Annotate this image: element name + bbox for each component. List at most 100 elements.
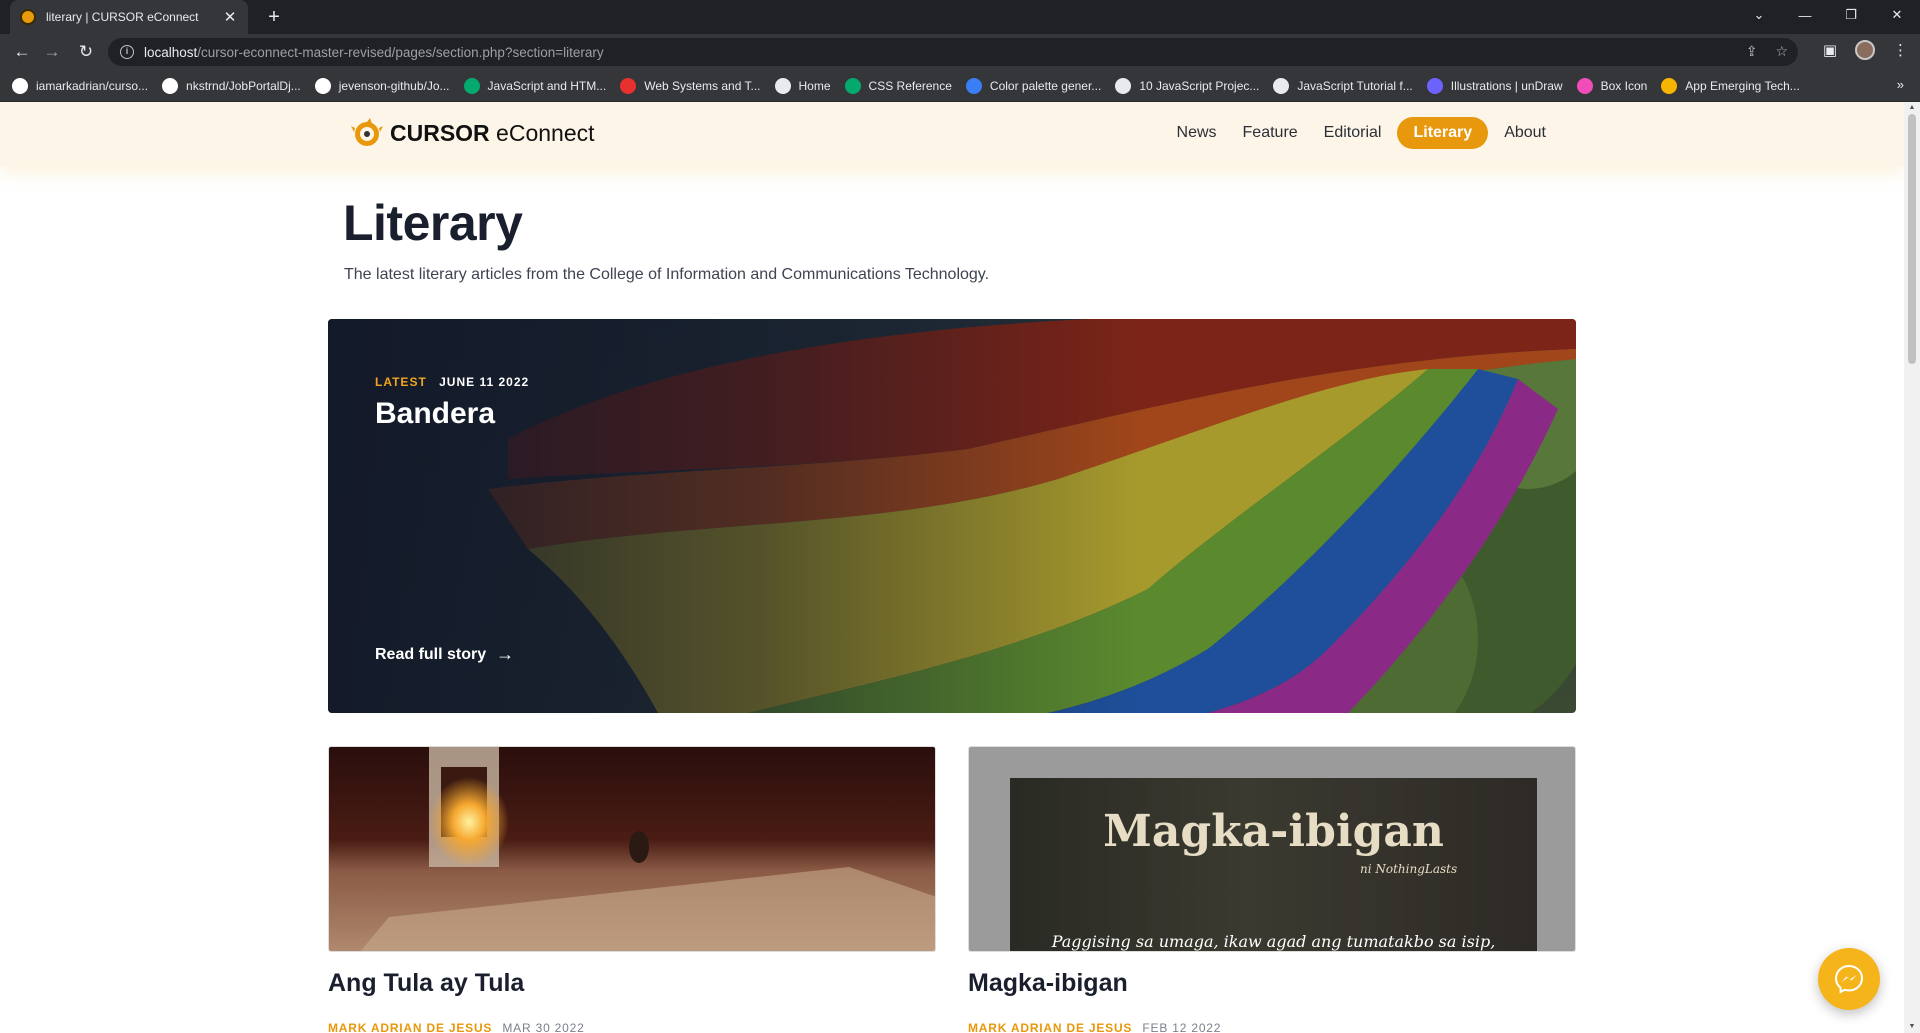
messenger-chat-button[interactable] <box>1818 948 1880 1010</box>
boxicons-icon <box>1576 77 1593 94</box>
bookmark-item[interactable]: JavaScript Tutorial f... <box>1273 77 1413 94</box>
bookmark-label: CSS Reference <box>868 78 952 93</box>
site-info-icon[interactable]: i <box>120 45 134 59</box>
article-card[interactable]: Magka-ibigan ni NothingLasts Paggising s… <box>968 746 1576 1033</box>
bookmark-item[interactable]: CSS Reference <box>844 77 952 94</box>
bookmark-label: iamarkadrian/curso... <box>36 78 149 93</box>
browser-tab-active[interactable]: literary | CURSOR eConnect ✕ <box>10 0 248 34</box>
nav-item-about[interactable]: About <box>1494 117 1556 149</box>
scroll-thumb[interactable] <box>1908 114 1916 364</box>
new-tab-button[interactable]: + <box>262 5 286 29</box>
w3schools-icon <box>463 77 480 94</box>
nav-item-feature[interactable]: Feature <box>1233 117 1308 149</box>
card-title[interactable]: Magka-ibigan <box>968 969 1576 998</box>
article-card[interactable]: Ang Tula ay Tula MARK ADRIAN DE JESUS MA… <box>328 746 936 1033</box>
bookmark-label: Home <box>798 78 831 93</box>
site-logo[interactable]: CURSOR eConnect <box>350 116 595 150</box>
close-window-icon[interactable]: ✕ <box>1874 0 1920 30</box>
arrow-right-icon: → <box>496 644 515 664</box>
bookmark-item[interactable]: Color palette gener... <box>965 77 1102 94</box>
back-icon[interactable]: ← <box>10 40 34 64</box>
browser-tabstrip: literary | CURSOR eConnect ✕ + ⌄ — ❐ ✕ <box>0 0 1920 34</box>
card-author[interactable]: MARK ADRIAN DE JESUS <box>328 1021 492 1033</box>
bookmark-item[interactable]: Box Icon <box>1576 77 1647 94</box>
share-icon[interactable]: ⇪ <box>1746 43 1758 60</box>
bookmark-label: nkstrnd/JobPortalDj... <box>186 78 301 93</box>
github-icon <box>314 77 331 94</box>
nav-item-editorial[interactable]: Editorial <box>1314 117 1392 149</box>
coolors-icon <box>965 77 982 94</box>
scroll-down-icon[interactable]: ▼ <box>1908 1023 1916 1031</box>
bookmark-item[interactable]: Illustrations | unDraw <box>1426 77 1563 94</box>
address-bar[interactable]: i localhost/cursor-econnect-master-revis… <box>108 38 1798 66</box>
messenger-icon <box>1834 964 1864 994</box>
page-scrollbar[interactable]: ▲ ▼ <box>1904 102 1920 1033</box>
card-image-candle[interactable] <box>328 746 936 952</box>
hero-title[interactable]: Bandera <box>375 397 495 431</box>
scroll-up-icon[interactable]: ▲ <box>1908 104 1916 112</box>
bookmarks-overflow-icon[interactable]: » <box>1897 77 1904 92</box>
tab-title: literary | CURSOR eConnect <box>46 10 199 24</box>
nav-item-literary[interactable]: Literary <box>1397 117 1489 149</box>
bookmark-item[interactable]: jevenson-github/Jo... <box>314 77 450 94</box>
bookmark-item[interactable]: Home <box>774 77 831 94</box>
card-meta: MARK ADRIAN DE JESUS MAR 30 2022 <box>328 1021 936 1033</box>
bookmark-label: JavaScript and HTM... <box>487 78 607 93</box>
bookmark-label: Illustrations | unDraw <box>1450 78 1563 93</box>
menu-dots-icon[interactable]: ⋮ <box>1893 41 1908 59</box>
bookmark-item[interactable]: Web Systems and T... <box>620 77 761 94</box>
card-date: MAR 30 2022 <box>502 1021 585 1033</box>
card-image-magka-ibigan[interactable]: Magka-ibigan ni NothingLasts Paggising s… <box>968 746 1576 952</box>
gear-icon <box>1115 77 1132 94</box>
logo-icon <box>351 118 383 146</box>
card-title[interactable]: Ang Tula ay Tula <box>328 969 936 998</box>
bookmark-item[interactable]: JavaScript and HTM... <box>463 77 607 94</box>
candle-image <box>329 747 935 951</box>
bookmark-item[interactable]: 10 JavaScript Projec... <box>1115 77 1260 94</box>
bookmark-item[interactable]: iamarkadrian/curso... <box>12 77 149 94</box>
reload-icon[interactable]: ↻ <box>74 40 98 64</box>
side-panel-icon[interactable]: ▣ <box>1823 41 1837 59</box>
bookmark-star-icon[interactable]: ☆ <box>1775 43 1788 60</box>
featured-article[interactable]: LATEST JUNE 11 2022 Bandera Read full st… <box>328 319 1576 713</box>
opera-icon <box>620 77 637 94</box>
drive-icon <box>1661 77 1678 94</box>
read-full-story-link[interactable]: Read full story → <box>375 644 514 665</box>
w3schools-icon <box>844 77 861 94</box>
read-full-story-label: Read full story <box>375 645 487 663</box>
minimize-icon[interactable]: — <box>1782 0 1828 30</box>
poster-byline: ni NothingLasts <box>1360 862 1458 876</box>
github-icon <box>162 77 179 94</box>
tab-close-icon[interactable]: ✕ <box>222 8 238 26</box>
gear-icon <box>1273 77 1290 94</box>
window-controls: ⌄ — ❐ ✕ <box>1736 0 1920 30</box>
bookmarks-bar: iamarkadrian/curso... nkstrnd/JobPortalDj… <box>0 70 1920 102</box>
browser-toolbar: ← → ↻ i localhost/cursor-econnect-master… <box>0 34 1920 70</box>
restore-icon[interactable]: ❐ <box>1828 0 1874 30</box>
page-subtitle: The latest literary articles from the Co… <box>344 266 990 283</box>
bookmark-label: App Emerging Tech... <box>1685 78 1800 93</box>
tab-search-icon[interactable]: ⌄ <box>1736 0 1782 30</box>
home-favicon-icon <box>774 77 791 94</box>
github-icon <box>12 77 28 94</box>
nav-item-news[interactable]: News <box>1167 117 1227 149</box>
bookmark-item[interactable]: App Emerging Tech... <box>1661 77 1800 94</box>
poster-caption: Paggising sa umaga, ikaw agad ang tumata… <box>1051 932 1496 951</box>
undraw-icon <box>1426 77 1443 94</box>
site-favicon-icon <box>20 9 36 25</box>
bookmark-label: Color palette gener... <box>989 78 1102 93</box>
bookmark-label: jevenson-github/Jo... <box>338 78 450 93</box>
magka-ibigan-poster: Magka-ibigan ni NothingLasts Paggising s… <box>1010 778 1537 951</box>
site-header: CURSOR eConnect News Feature Editorial Lite… <box>0 102 1904 166</box>
card-author[interactable]: MARK ADRIAN DE JESUS <box>968 1021 1132 1033</box>
poster-title: Magka-ibigan <box>1103 806 1444 857</box>
forward-icon[interactable]: → <box>40 40 64 64</box>
hero-meta: LATEST JUNE 11 2022 <box>375 375 529 389</box>
hero-date: JUNE 11 2022 <box>439 375 530 389</box>
latest-badge: LATEST <box>375 375 427 389</box>
bookmark-label: 10 JavaScript Projec... <box>1139 78 1260 93</box>
card-date: FEB 12 2022 <box>1142 1021 1222 1033</box>
profile-avatar[interactable] <box>1855 40 1875 60</box>
bookmark-item[interactable]: nkstrnd/JobPortalDj... <box>162 77 301 94</box>
logo-text: CURSOR eConnect <box>390 119 595 146</box>
